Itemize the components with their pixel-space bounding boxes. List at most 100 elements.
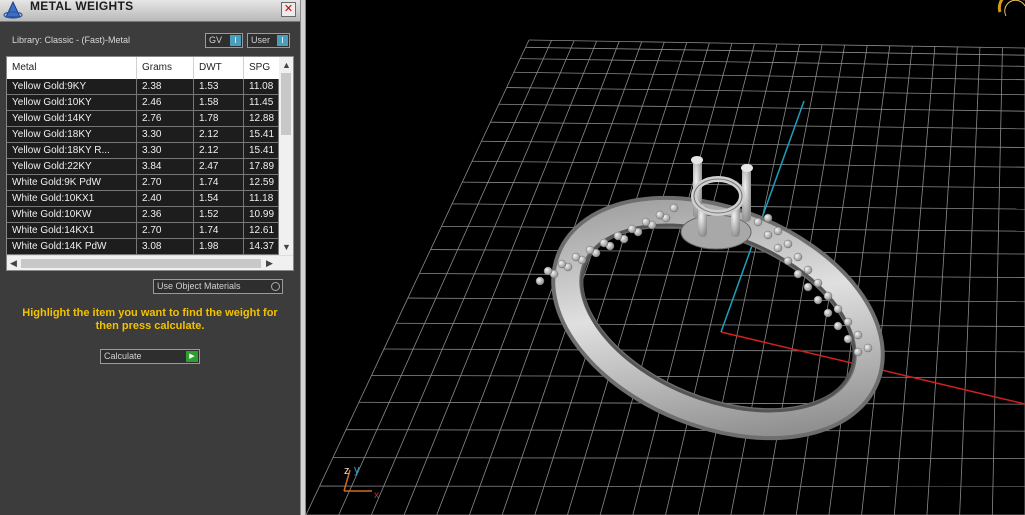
scroll-down-icon[interactable]: ▼ [282, 241, 291, 253]
table-row[interactable]: Yellow Gold:18KY 3.30 2.12 15.41 [7, 127, 279, 143]
table-cell: 1.53 [194, 79, 244, 94]
table-row[interactable]: White Gold:10KX1 2.40 1.54 11.18 [7, 191, 279, 207]
perspective-grid [306, 39, 1025, 515]
axis-label-y: y [354, 464, 360, 476]
table-row[interactable]: White Gold:9K PdW 2.70 1.74 12.59 [7, 175, 279, 191]
table-row[interactable]: White Gold:14K PdW 3.08 1.98 14.37 [7, 239, 279, 255]
table-cell: 1.54 [194, 191, 244, 206]
grid-line [991, 47, 1003, 515]
viewport-canvas[interactable]: x z y [306, 0, 1025, 515]
pave-stone [627, 224, 637, 234]
table-row[interactable]: Yellow Gold:22KY 3.84 2.47 17.89 [7, 159, 279, 175]
table-cell: White Gold:10KW [7, 207, 137, 222]
gv-toggle[interactable]: GV I [205, 33, 243, 48]
table-cell: 2.40 [137, 191, 194, 206]
table-cell: 15.41 [244, 127, 279, 142]
view-cube-inner-icon [1004, 0, 1025, 17]
pave-stone [557, 259, 567, 269]
calculate-label: Calculate [104, 351, 142, 361]
grid-line [959, 47, 981, 515]
vertical-scroll-thumb[interactable] [281, 73, 291, 135]
panel-titlebar[interactable]: METAL WEIGHTS ✕ [0, 0, 300, 22]
table-cell: 3.84 [137, 159, 194, 174]
pave-stone [543, 266, 553, 276]
table-row[interactable]: Yellow Gold:18KY R... 3.30 2.12 15.41 [7, 143, 279, 159]
use-object-materials-button[interactable]: Use Object Materials [153, 279, 283, 294]
table-cell: 3.30 [137, 127, 194, 142]
library-label: Library: Classic - (Fast)-Metal [12, 35, 131, 45]
ring-model[interactable] [535, 156, 900, 465]
table-cell: 15.41 [244, 143, 279, 158]
scroll-left-icon[interactable]: ◀ [10, 257, 17, 269]
pave-stone [773, 226, 783, 236]
table-cell: 2.70 [137, 175, 194, 190]
pave-stone [669, 203, 679, 213]
table-cell: White Gold:14K PdW [7, 239, 137, 254]
table-cell: 1.74 [194, 223, 244, 238]
table-cell: 12.59 [244, 175, 279, 190]
grid-line [665, 43, 778, 515]
scroll-right-icon[interactable]: ▶ [266, 257, 273, 269]
horizontal-scrollbar[interactable]: ◀ ▶ [7, 255, 293, 270]
table-cell: 2.46 [137, 95, 194, 110]
grid-line [599, 43, 733, 515]
user-toggle[interactable]: User I [247, 33, 290, 48]
table-cell: 11.45 [244, 95, 279, 110]
table-cell: 14.37 [244, 239, 279, 254]
column-header-metal[interactable]: Metal [7, 57, 137, 79]
column-header-spg[interactable]: SPG [244, 57, 279, 79]
column-header-grams[interactable]: Grams [137, 57, 194, 79]
pave-stone [571, 252, 581, 262]
calculate-button[interactable]: Calculate ▶ [100, 349, 200, 364]
pave-stone [803, 282, 813, 292]
panel-title: METAL WEIGHTS [30, 0, 134, 13]
3d-viewport[interactable]: x z y [306, 0, 1025, 515]
table-header: Metal Grams DWT SPG [7, 57, 279, 79]
grid-line [338, 40, 552, 515]
user-toggle-label: User [251, 35, 271, 45]
pave-stone [813, 295, 823, 305]
pave-stone [833, 321, 843, 331]
table-row[interactable]: White Gold:14KX1 2.70 1.74 12.61 [7, 223, 279, 239]
table-cell: White Gold:9K PdW [7, 175, 137, 190]
table-cell: Yellow Gold:10KY [7, 95, 137, 110]
pave-stone [599, 238, 609, 248]
table-cell: Yellow Gold:22KY [7, 159, 137, 174]
pave-stone [655, 210, 665, 220]
column-header-dwt[interactable]: DWT [194, 57, 244, 79]
grid-line [567, 42, 710, 515]
table-cell: 2.76 [137, 111, 194, 126]
table-cell: 2.12 [194, 127, 244, 142]
table-cell: 3.30 [137, 143, 194, 158]
grid-line [332, 457, 1025, 460]
table-row[interactable]: Yellow Gold:10KY 2.46 1.58 11.45 [7, 95, 279, 111]
pave-stone [813, 278, 823, 288]
vertical-scrollbar[interactable]: ▲ ▼ [279, 57, 293, 255]
close-button[interactable]: ✕ [281, 2, 296, 17]
table-cell: 2.12 [194, 143, 244, 158]
pave-stone [793, 269, 803, 279]
table-row[interactable]: White Gold:10KW 2.36 1.52 10.99 [7, 207, 279, 223]
horizontal-scroll-thumb[interactable] [21, 259, 261, 268]
table-row[interactable]: Yellow Gold:14KY 2.76 1.78 12.88 [7, 111, 279, 127]
table-cell: 2.38 [137, 79, 194, 94]
radio-icon [271, 282, 280, 291]
table-cell: 1.78 [194, 111, 244, 126]
pave-stone [773, 243, 783, 253]
pave-stone [783, 256, 793, 266]
instruction-text: Highlight the item you want to find the … [22, 307, 278, 332]
scroll-up-icon[interactable]: ▲ [282, 59, 291, 71]
table-cell: 10.99 [244, 207, 279, 222]
table-row[interactable]: Yellow Gold:9KY 2.38 1.53 11.08 [7, 79, 279, 95]
table-cell: 1.98 [194, 239, 244, 254]
grid-line [861, 46, 913, 515]
pave-stone [793, 252, 803, 262]
table-cell: 12.88 [244, 111, 279, 126]
table-cell: Yellow Gold:9KY [7, 79, 137, 94]
pave-stone [763, 213, 773, 223]
pave-stone [823, 291, 833, 301]
axis-label-z: z [344, 465, 350, 477]
app-logo-icon [3, 0, 23, 19]
use-object-materials-label: Use Object Materials [157, 281, 241, 291]
grid-line [370, 40, 575, 515]
